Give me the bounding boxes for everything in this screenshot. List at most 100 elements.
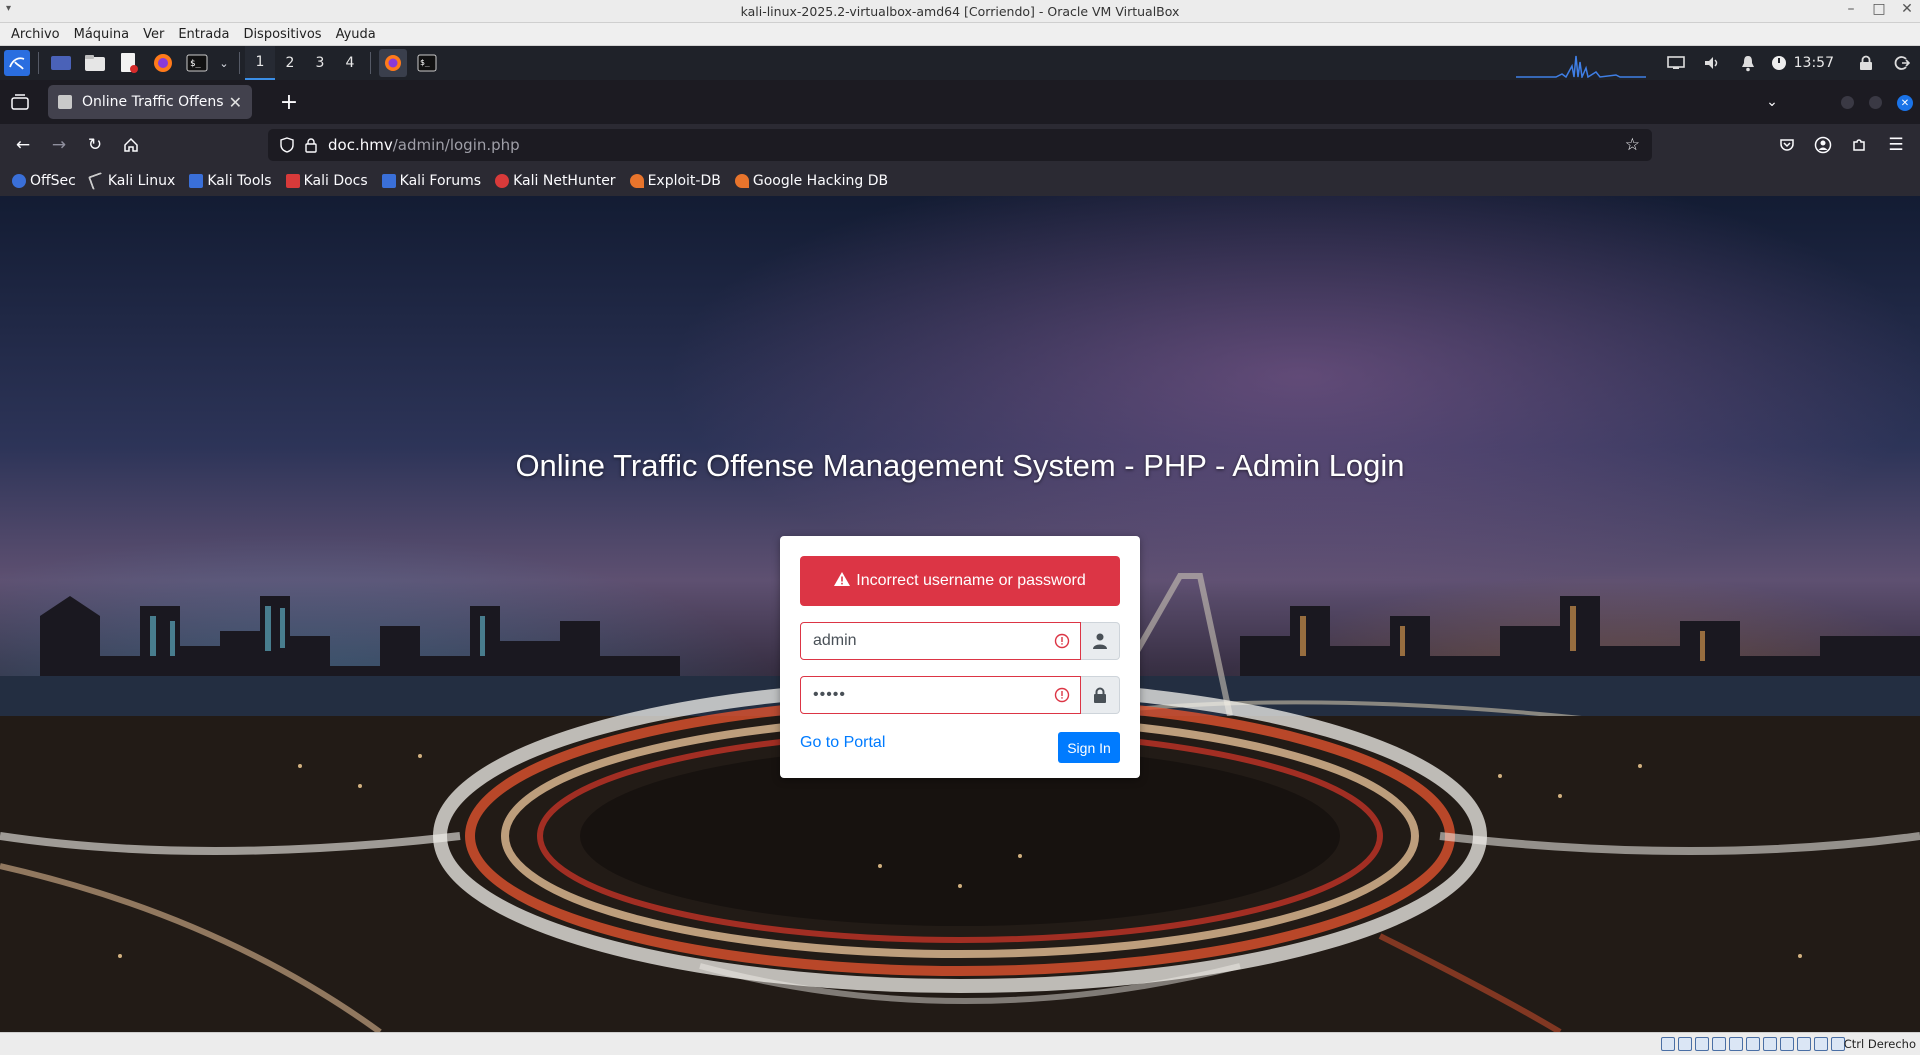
browser-navbar: ← → ↻ doc.hmv/admin/login.php ☆ ☰ — [0, 124, 1920, 166]
url-path: /admin/login.php — [392, 136, 520, 154]
bookmark-kali-tools[interactable]: Kali Tools — [189, 173, 272, 189]
extensions-puzzle-icon[interactable] — [1845, 131, 1873, 159]
username-input[interactable]: admin — [800, 622, 1081, 660]
notifications-bell-icon[interactable] — [1733, 49, 1763, 77]
mouse-integration-icon[interactable] — [1814, 1037, 1828, 1051]
audio-icon[interactable] — [1695, 1037, 1709, 1051]
bookmark-star-icon[interactable]: ☆ — [1625, 135, 1640, 155]
window-maximize-icon[interactable] — [1869, 96, 1882, 109]
display-settings-icon[interactable] — [1763, 1037, 1777, 1051]
window-menu-icon[interactable]: ▾ — [6, 3, 11, 14]
maximize-icon[interactable]: □ — [1870, 1, 1888, 17]
optical-drive-icon[interactable] — [1678, 1037, 1692, 1051]
menu-maquina[interactable]: Máquina — [67, 27, 137, 42]
new-tab-icon[interactable]: + — [275, 88, 303, 116]
cpu-activity-icon[interactable] — [1797, 1037, 1811, 1051]
kali-top-panel: $_ ⌄ 1 2 3 4 $_ 13:57 — [0, 46, 1920, 80]
hard-disk-icon[interactable] — [1661, 1037, 1675, 1051]
logout-icon[interactable] — [1887, 49, 1917, 77]
page-favicon-icon — [58, 95, 72, 109]
browser-tab-active[interactable]: Online Traffic Offense Ma ✕ — [48, 85, 252, 119]
warning-triangle-icon — [834, 571, 851, 591]
firefox-view-icon[interactable] — [6, 88, 34, 116]
kali-forums-icon — [381, 174, 396, 188]
power-manager-icon[interactable] — [1769, 49, 1789, 77]
usb-icon[interactable] — [1729, 1037, 1743, 1051]
back-arrow-icon[interactable]: ← — [9, 131, 37, 159]
url-bar[interactable]: doc.hmv/admin/login.php ☆ — [268, 129, 1652, 161]
account-icon[interactable] — [1809, 131, 1837, 159]
menu-ayuda[interactable]: Ayuda — [329, 27, 383, 42]
chevron-down-icon[interactable]: ⌄ — [217, 49, 231, 77]
panel-clock[interactable]: 13:57 — [1794, 55, 1834, 71]
minimize-icon[interactable]: – — [1842, 1, 1860, 17]
video-capture-icon[interactable] — [1780, 1037, 1794, 1051]
kali-nethunter-icon — [495, 174, 510, 188]
window-controls: – □ ✕ — [1842, 1, 1916, 17]
reload-icon[interactable]: ↻ — [81, 131, 109, 159]
go-to-portal-link[interactable]: Go to Portal — [800, 734, 885, 752]
workspace-4[interactable]: 4 — [335, 46, 365, 80]
shared-folders-icon[interactable] — [1746, 1037, 1760, 1051]
lock-screen-icon[interactable] — [1851, 49, 1881, 77]
username-input-group: admin — [800, 622, 1120, 660]
error-alert: Incorrect username or password — [800, 556, 1120, 606]
workspace-1[interactable]: 1 — [245, 46, 275, 80]
error-message: Incorrect username or password — [856, 572, 1086, 589]
page-title: Online Traffic Offense Management System… — [515, 448, 1405, 483]
ghdb-icon — [734, 174, 749, 188]
window-close-icon[interactable]: ✕ — [1897, 95, 1913, 111]
svg-text:$_: $_ — [420, 58, 430, 67]
display-icon[interactable] — [1661, 49, 1691, 77]
network-adapter-icon[interactable] — [1712, 1037, 1726, 1051]
close-window-icon[interactable]: ✕ — [1898, 1, 1916, 17]
firefox-window-icon[interactable] — [379, 49, 407, 77]
kali-menu-icon[interactable] — [4, 50, 30, 76]
home-icon[interactable] — [117, 131, 145, 159]
password-value: ••••• — [813, 686, 847, 703]
kali-tools-icon — [189, 174, 204, 188]
menu-ver[interactable]: Ver — [136, 27, 171, 42]
menu-archivo[interactable]: Archivo — [4, 27, 67, 42]
exploit-db-icon — [629, 174, 644, 188]
terminal-window-icon[interactable]: $_ — [413, 49, 441, 77]
password-input[interactable]: ••••• — [800, 676, 1081, 714]
password-input-group: ••••• — [800, 676, 1120, 714]
bookmark-kali-forums[interactable]: Kali Forums — [381, 173, 481, 189]
url-host: doc.hmv — [328, 136, 393, 154]
bookmark-exploit-db[interactable]: Exploit-DB — [629, 173, 721, 189]
offsec-icon — [12, 174, 26, 188]
workspace-3[interactable]: 3 — [305, 46, 335, 80]
file-manager-icon[interactable] — [81, 49, 109, 77]
list-all-tabs-icon[interactable]: ⌄ — [1758, 88, 1786, 116]
network-monitor-graph — [1515, 55, 1646, 78]
text-editor-icon[interactable] — [115, 49, 143, 77]
bookmark-offsec[interactable]: OffSec — [12, 173, 76, 189]
panel-separator — [370, 52, 371, 74]
menu-dispositivos[interactable]: Dispositivos — [236, 27, 328, 42]
kali-docs-icon — [285, 174, 300, 188]
login-page-background: Online Traffic Offense Management System… — [0, 196, 1920, 1032]
forward-arrow-icon[interactable]: → — [45, 131, 73, 159]
bookmark-google-hacking-db[interactable]: Google Hacking DB — [734, 173, 888, 189]
window-minimize-icon[interactable] — [1841, 96, 1854, 109]
show-desktop-icon[interactable] — [47, 49, 75, 77]
firefox-launcher-icon[interactable] — [149, 49, 177, 77]
hamburger-menu-icon[interactable]: ☰ — [1882, 131, 1910, 159]
pocket-icon[interactable] — [1773, 131, 1801, 159]
menu-entrada[interactable]: Entrada — [171, 27, 236, 42]
username-value: admin — [813, 632, 857, 649]
bookmark-kali-linux[interactable]: Kali Linux — [87, 172, 175, 190]
page-info-icon[interactable] — [304, 137, 318, 157]
close-tab-icon[interactable]: ✕ — [229, 93, 242, 112]
bookmark-kali-docs[interactable]: Kali Docs — [285, 173, 368, 189]
terminal-launcher-icon[interactable]: $_ — [183, 49, 211, 77]
workspace-2[interactable]: 2 — [275, 46, 305, 80]
tab-title: Online Traffic Offense Ma — [82, 94, 223, 110]
login-card: Incorrect username or password admin •••… — [780, 536, 1140, 778]
volume-icon[interactable] — [1697, 49, 1727, 77]
bookmark-kali-nethunter[interactable]: Kali NetHunter — [495, 173, 616, 189]
invalid-field-icon — [1054, 687, 1070, 703]
sign-in-button[interactable]: Sign In — [1058, 732, 1120, 763]
tracking-protection-shield-icon[interactable] — [280, 137, 294, 157]
